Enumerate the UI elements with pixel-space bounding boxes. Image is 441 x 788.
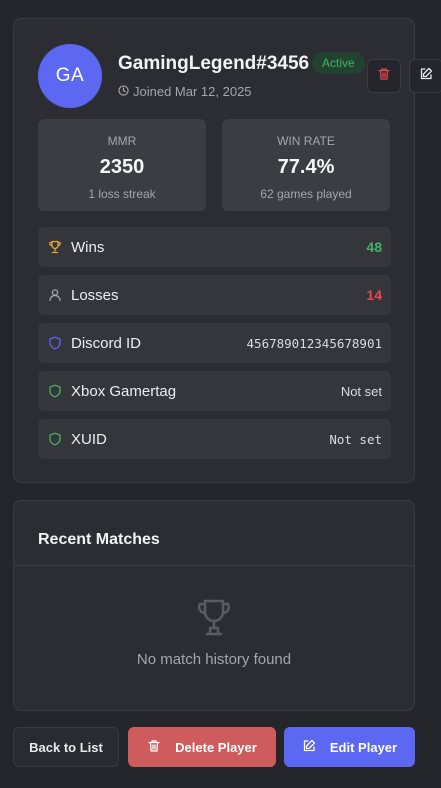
mmr-label: MMR — [107, 134, 137, 148]
delete-player-label: Delete Player — [175, 739, 257, 755]
delete-icon-button[interactable] — [367, 59, 401, 93]
back-to-list-button[interactable]: Back to List — [13, 727, 119, 767]
pencil-icon — [302, 739, 316, 756]
discord-id-label: Discord ID — [71, 334, 142, 352]
losses-value: 14 — [366, 287, 382, 303]
edit-player-button[interactable]: Edit Player — [284, 727, 415, 767]
winrate-value: 77.4% — [277, 156, 335, 178]
xuid-row: XUID Not set — [38, 419, 391, 459]
xuid-label: XUID — [71, 430, 107, 448]
trash-icon — [377, 67, 391, 86]
shield-icon — [47, 383, 63, 399]
winrate-sub: 62 games played — [260, 187, 352, 201]
joined-date: Joined Mar 12, 2025 — [118, 84, 252, 99]
trophy-icon — [195, 598, 233, 643]
xbox-gamertag-row: Xbox Gamertag Not set — [38, 371, 391, 411]
mmr-stat: MMR 2350 1 loss streak — [38, 119, 206, 211]
recent-matches-card: Recent Matches No match history found — [13, 500, 415, 711]
trophy-icon — [47, 239, 63, 255]
mmr-sub: 1 loss streak — [88, 187, 156, 201]
clock-icon — [118, 84, 129, 99]
wins-row: Wins 48 — [38, 227, 391, 267]
avatar: GA — [38, 44, 102, 108]
xbox-gamertag-label: Xbox Gamertag — [71, 382, 177, 400]
edit-icon-button[interactable] — [409, 59, 441, 93]
player-username: GamingLegend#3456 — [118, 53, 310, 74]
wins-label: Wins — [71, 238, 105, 256]
edit-player-label: Edit Player — [329, 739, 398, 755]
shield-icon — [47, 335, 63, 351]
wins-value: 48 — [366, 239, 382, 255]
back-to-list-label: Back to List — [29, 739, 103, 755]
shield-icon — [47, 431, 63, 447]
discord-id-value: 456789012345678901 — [246, 335, 382, 351]
player-profile-card: GA GamingLegend#3456 Active Joined Mar 1… — [13, 18, 441, 483]
joined-text: Joined Mar 12, 2025 — [133, 84, 252, 99]
pencil-icon — [419, 67, 433, 86]
losses-label: Losses — [71, 286, 119, 304]
section-divider — [14, 565, 414, 566]
discord-id-row: Discord ID 456789012345678901 — [38, 323, 391, 363]
losses-row: Losses 14 — [38, 275, 391, 315]
recent-matches-title: Recent Matches — [38, 531, 160, 548]
xuid-value: Not set — [329, 431, 382, 447]
xbox-gamertag-value: Not set — [340, 383, 382, 399]
empty-state-text: No match history found — [136, 651, 292, 668]
user-icon — [47, 287, 63, 303]
trash-icon — [147, 739, 161, 756]
winrate-label: WIN RATE — [277, 134, 335, 148]
mmr-value: 2350 — [99, 156, 145, 178]
delete-player-button[interactable]: Delete Player — [128, 727, 276, 767]
avatar-initials: GA — [55, 65, 85, 86]
status-badge: Active — [312, 52, 365, 74]
winrate-stat: WIN RATE 77.4% 62 games played — [222, 119, 390, 211]
